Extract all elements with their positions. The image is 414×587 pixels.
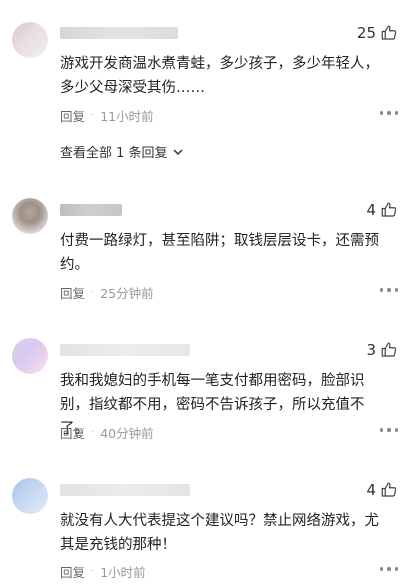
chevron-down-icon	[173, 148, 183, 155]
comment-meta: 回复 · 25分钟前	[60, 283, 154, 302]
comment-meta: 回复 · 40分钟前	[60, 423, 154, 442]
username-blurred[interactable]	[60, 344, 190, 356]
thumbs-up-icon	[381, 482, 397, 497]
username-blurred[interactable]	[60, 27, 178, 39]
like-button[interactable]: 25	[357, 24, 398, 42]
view-all-replies-link[interactable]: 查看全部 1 条回复	[60, 142, 184, 161]
separator-dot: ·	[91, 427, 95, 438]
separator-dot: ·	[91, 287, 95, 298]
like-count: 25	[356, 24, 376, 42]
reply-button[interactable]: 回复	[60, 562, 85, 581]
thumbs-up-icon	[381, 342, 397, 357]
comment-meta: 回复 · 1小时前	[60, 562, 146, 581]
username-blurred[interactable]	[60, 204, 122, 216]
timestamp: 25分钟前	[100, 286, 154, 301]
view-all-label: 查看全部 1 条回复	[60, 146, 168, 161]
timestamp: 11小时前	[100, 109, 154, 124]
like-count: 4	[366, 481, 376, 499]
thumbs-up-icon	[381, 25, 397, 40]
comment-meta: 回复 · 11小时前	[60, 106, 154, 125]
timestamp: 40分钟前	[100, 426, 154, 441]
more-dots-icon[interactable]	[380, 566, 398, 572]
comment-text: 游戏开发商温水煮青蛙，多少孩子，多少年轻人，多少父母深受其伤……	[60, 56, 379, 96]
separator-dot: ·	[91, 110, 95, 121]
comment-text: 就没有人大代表提这个建议吗？禁止网络游戏，尤其是充钱的那种！	[60, 513, 379, 553]
like-button[interactable]: 4	[366, 201, 398, 219]
like-button[interactable]: 4	[366, 481, 398, 499]
reply-button[interactable]: 回复	[60, 423, 85, 442]
like-count: 3	[366, 341, 376, 359]
username-blurred[interactable]	[60, 484, 190, 496]
like-count: 4	[366, 201, 376, 219]
separator-dot: ·	[91, 566, 95, 577]
avatar[interactable]	[12, 338, 48, 374]
reply-button[interactable]: 回复	[60, 283, 85, 302]
reply-button[interactable]: 回复	[60, 106, 85, 125]
more-dots-icon[interactable]	[380, 427, 398, 433]
like-button[interactable]: 3	[366, 341, 398, 359]
avatar[interactable]	[12, 478, 48, 514]
comment-text: 付费一路绿灯，甚至陷阱；取钱层层设卡，还需预约。	[60, 233, 379, 273]
timestamp: 1小时前	[100, 565, 146, 580]
more-dots-icon[interactable]	[380, 287, 398, 293]
thumbs-up-icon	[381, 202, 397, 217]
avatar[interactable]	[12, 22, 48, 58]
avatar[interactable]	[12, 198, 48, 234]
more-dots-icon[interactable]	[380, 110, 398, 116]
